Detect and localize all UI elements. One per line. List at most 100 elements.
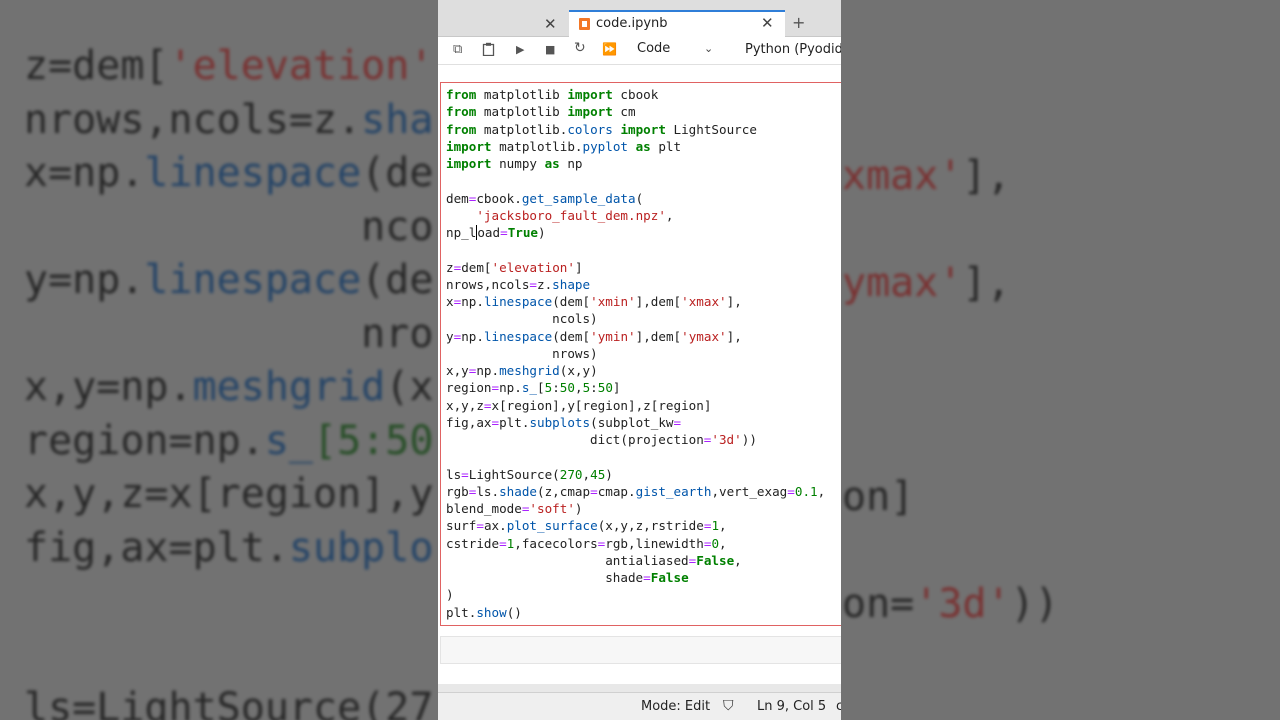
- code-line: nrows): [446, 345, 825, 362]
- chevron-down-icon[interactable]: ⌄: [704, 42, 713, 55]
- code-token: cm: [612, 104, 636, 120]
- code-token: ],: [726, 328, 742, 344]
- code-token: ls=LightSource(27: [24, 685, 434, 720]
- code-token: meshgrid: [499, 363, 560, 378]
- code-token: 0.1: [794, 483, 818, 499]
- code-token: antialiased: [446, 552, 689, 568]
- code-token: (dem[: [552, 294, 591, 309]
- code-token: plt.: [499, 414, 530, 430]
- restart-icon[interactable]: ↻: [574, 40, 586, 56]
- status-bar: Mode: Edit ⛉ Ln 9, Col 5 c: [438, 692, 841, 720]
- code-token: :: [552, 380, 560, 396]
- tab-previous[interactable]: ✕: [438, 10, 568, 36]
- background-code-zoomed: z=dem['elevation' nrows,ncols=z.sha x=np.l…: [24, 40, 433, 720]
- code-token: linespace: [144, 150, 362, 196]
- code-line: nrows,ncols=z.shape: [446, 276, 825, 293]
- code-token: cbook: [612, 87, 659, 102]
- code-token: 1: [711, 518, 720, 534]
- code-token: ,: [719, 535, 727, 551]
- code-token: =: [500, 225, 508, 240]
- code-line: import numpy as np: [446, 155, 825, 172]
- code-token: surf: [446, 518, 477, 534]
- code-token: region: [446, 380, 492, 396]
- close-icon[interactable]: ✕: [544, 15, 557, 33]
- code-token: False: [696, 552, 735, 568]
- background-code-line: x,y=np.meshgrid(x: [24, 361, 433, 415]
- code-line: rgb=ls.shade(z,cmap=cmap.gist_earth,vert…: [446, 483, 825, 500]
- cursor-position[interactable]: Ln 9, Col 5: [757, 699, 826, 714]
- code-token: linespace: [483, 294, 553, 309]
- code-token: (de: [361, 150, 434, 196]
- code-token: np: [559, 156, 583, 171]
- code-token: z.: [537, 276, 553, 292]
- paste-icon[interactable]: [482, 42, 495, 60]
- code-token: 'elevation': [491, 259, 575, 275]
- code-token: ): [574, 501, 583, 516]
- kernel-name[interactable]: Python (Pyodide): [745, 42, 841, 57]
- mode-indicator[interactable]: Mode: Edit: [641, 699, 710, 714]
- code-token: from: [446, 121, 477, 137]
- tab-code-ipynb[interactable]: code.ipynb ✕: [569, 10, 785, 37]
- code-token: (x,y,z,rstride: [597, 518, 704, 534]
- code-token: np.: [461, 328, 484, 344]
- code-token: show: [476, 604, 507, 620]
- code-token: nrows,ncols: [446, 276, 530, 292]
- notebook-toolbar: ⧉ ▶ ■ ↻ ⏩ Code ⌄ Python (Pyodide): [438, 37, 841, 65]
- background-code-line: xmax'],: [842, 150, 1059, 204]
- code-token: 50: [597, 380, 613, 396]
- code-token: np.: [499, 380, 522, 396]
- add-tab-icon[interactable]: +: [792, 13, 805, 32]
- run-icon[interactable]: ▶: [516, 43, 524, 56]
- code-token: x=np.: [24, 150, 145, 196]
- code-token: ,: [582, 466, 591, 482]
- code-token: 'ymin': [590, 328, 636, 344]
- code-token: cstride: [446, 535, 500, 551]
- background-code-line: [24, 575, 433, 629]
- close-icon[interactable]: ✕: [761, 14, 774, 32]
- code-token: x,y=np.: [24, 364, 193, 410]
- code-token: [: [537, 380, 545, 396]
- code-line: 'jacksboro_fault_dem.npz',: [446, 207, 825, 224]
- code-token: LightSource: [665, 121, 757, 137]
- code-token: ymax': [842, 260, 963, 306]
- code-line: antialiased=False,: [446, 552, 825, 569]
- code-token: (subplot_kw: [590, 414, 674, 430]
- code-token: ls.: [476, 483, 500, 499]
- code-token: s_: [264, 417, 313, 464]
- cell-type-select[interactable]: Code: [637, 41, 670, 56]
- background-code-line: x,y,z=x[region],y: [24, 468, 433, 522]
- background-code-line: fig,ax=plt.subplo: [24, 522, 433, 576]
- code-editor[interactable]: from matplotlib import cbook from matplot…: [446, 86, 825, 621]
- code-token: x: [446, 294, 454, 309]
- code-token: matplotlib.: [476, 121, 568, 137]
- kernel-status-icon[interactable]: ⛉: [723, 698, 734, 714]
- code-token: plt.: [446, 604, 477, 620]
- code-cell-active[interactable]: from matplotlib import cbook from matplot…: [440, 82, 841, 626]
- background-code-line: [842, 418, 1059, 472]
- background-code-line: nrows,ncols=z.sha: [24, 94, 433, 148]
- code-line: surf=ax.plot_surface(x,y,z,rstride=1,: [446, 517, 825, 534]
- code-cell-empty[interactable]: [440, 636, 841, 664]
- stop-icon[interactable]: ■: [545, 43, 555, 56]
- code-token: shape: [552, 276, 591, 292]
- code-token: as: [544, 156, 560, 171]
- copy-icon[interactable]: ⧉: [453, 42, 462, 57]
- code-token: np_l: [446, 225, 477, 240]
- code-line: cstride=1,facecolors=rgb,linewidth=0,: [446, 535, 825, 552]
- code-token: plot_surface: [506, 518, 598, 534]
- run-all-icon[interactable]: ⏩: [602, 42, 617, 56]
- horizontal-scrollbar[interactable]: [438, 684, 841, 692]
- code-token: 45: [590, 466, 606, 482]
- code-token: dem: [446, 190, 469, 206]
- code-token: =: [491, 414, 500, 430]
- code-token: ): [538, 225, 546, 240]
- status-overflow-text: c: [836, 699, 841, 714]
